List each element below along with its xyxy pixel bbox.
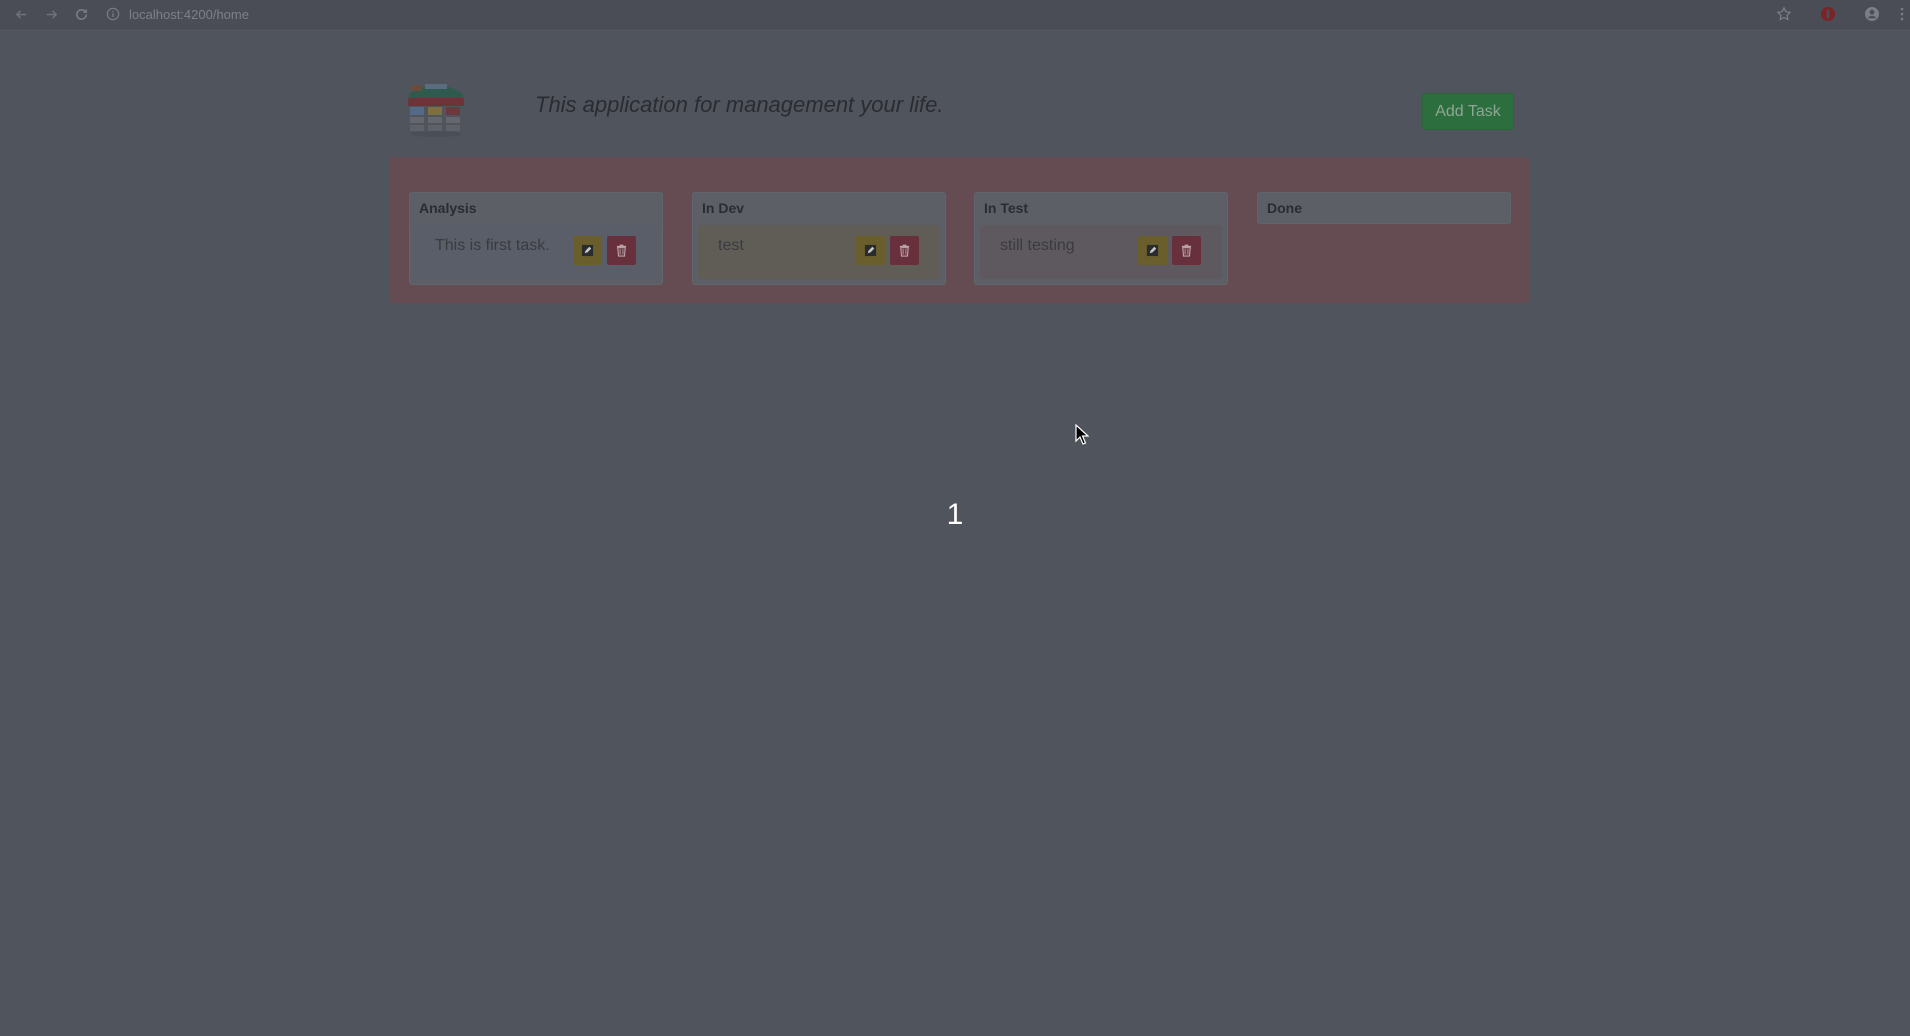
counter-value: 1 bbox=[946, 498, 964, 531]
edit-task-button[interactable] bbox=[856, 236, 885, 265]
star-icon bbox=[1776, 6, 1792, 21]
trash-icon bbox=[616, 244, 627, 257]
trash-icon bbox=[899, 244, 910, 257]
edit-icon bbox=[581, 244, 594, 257]
column-title: Done bbox=[1267, 200, 1302, 216]
mouse-pointer-icon bbox=[1075, 424, 1089, 445]
info-icon bbox=[106, 7, 120, 21]
task-text: This is first task. bbox=[435, 237, 550, 254]
task-card[interactable]: test bbox=[698, 225, 940, 279]
more-vertical-icon bbox=[1900, 7, 1904, 21]
trash-icon bbox=[1181, 244, 1192, 257]
column-title: In Test bbox=[984, 200, 1029, 216]
app-tagline: This application for management your lif… bbox=[535, 92, 944, 117]
delete-task-button[interactable] bbox=[1172, 236, 1201, 265]
address-bar[interactable]: localhost:4200/home bbox=[106, 7, 249, 22]
edit-task-button[interactable] bbox=[573, 236, 602, 265]
column-in-dev: In Dev test bbox=[692, 192, 946, 285]
column-title: Analysis bbox=[419, 200, 477, 216]
column-done: Done bbox=[1257, 192, 1511, 224]
profile-button[interactable] bbox=[1850, 0, 1894, 28]
menu-button[interactable] bbox=[1894, 0, 1910, 28]
delete-task-button[interactable] bbox=[607, 236, 636, 265]
arrow-right-icon bbox=[46, 9, 57, 19]
address-url: localhost:4200/home bbox=[129, 6, 249, 22]
bookmark-button[interactable] bbox=[1762, 0, 1806, 28]
browser-toolbar: localhost:4200/home bbox=[0, 0, 1910, 29]
reload-button[interactable] bbox=[66, 4, 96, 24]
delete-task-button[interactable] bbox=[890, 236, 919, 265]
task-text: test bbox=[718, 237, 744, 254]
task-card[interactable]: still testing bbox=[980, 225, 1222, 279]
edit-task-button[interactable] bbox=[1138, 236, 1167, 265]
kanban-board: Analysis This is first task. In Dev test bbox=[389, 157, 1529, 303]
column-analysis: Analysis This is first task. bbox=[409, 192, 663, 285]
reload-icon bbox=[75, 8, 87, 20]
app-logo-icon bbox=[403, 76, 469, 138]
forward-button[interactable] bbox=[36, 4, 66, 24]
add-task-button[interactable]: Add Task bbox=[1422, 93, 1514, 130]
back-button[interactable] bbox=[6, 4, 36, 24]
task-text: still testing bbox=[1000, 237, 1075, 254]
column-in-test: In Test still testing bbox=[974, 192, 1228, 285]
arrow-left-icon bbox=[15, 9, 26, 19]
edit-icon bbox=[864, 244, 877, 257]
stop-sign-icon bbox=[1821, 7, 1835, 21]
column-title: In Dev bbox=[702, 200, 745, 216]
task-card[interactable]: This is first task. bbox=[415, 225, 657, 279]
account-icon bbox=[1865, 7, 1879, 21]
extension-button[interactable] bbox=[1806, 0, 1850, 28]
edit-icon bbox=[1146, 244, 1159, 257]
